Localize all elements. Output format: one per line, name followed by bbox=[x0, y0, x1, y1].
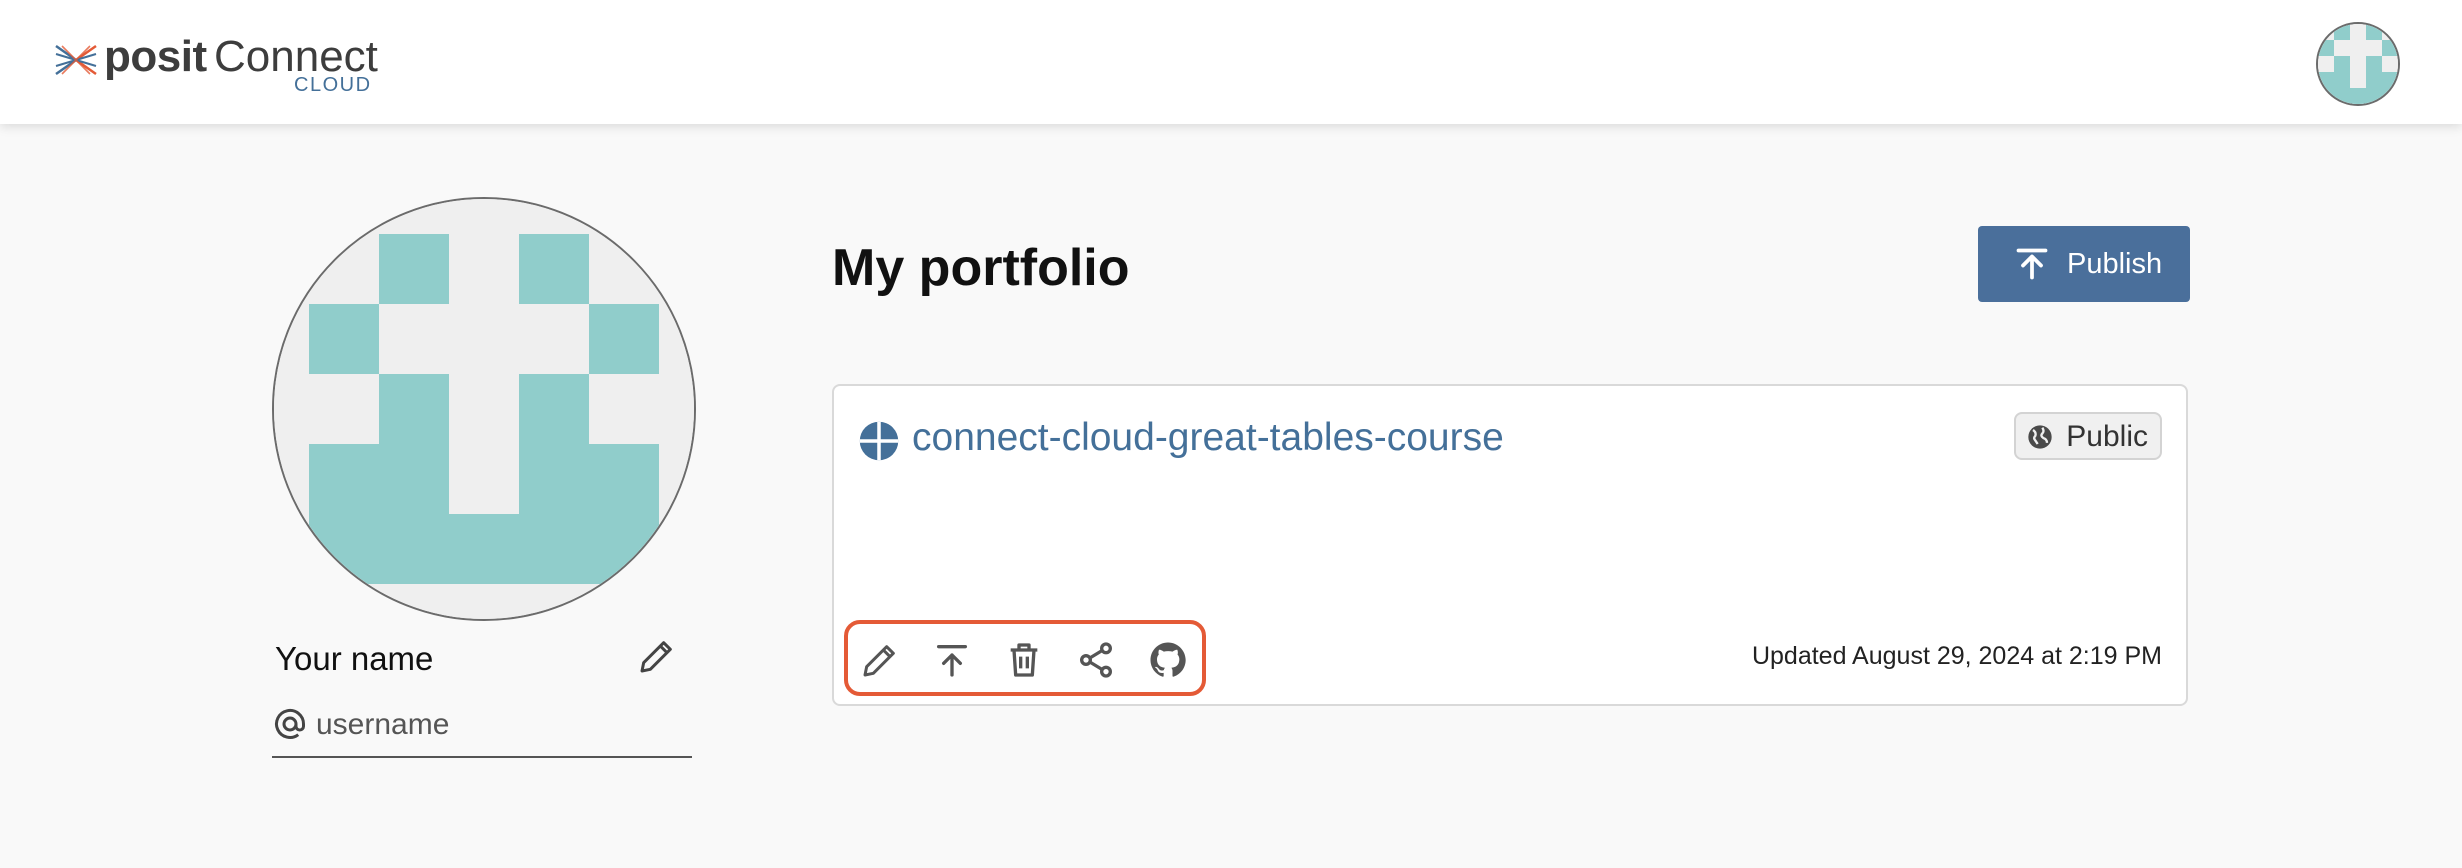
profile-name: Your name bbox=[275, 640, 434, 677]
edit-pencil-icon[interactable] bbox=[860, 640, 900, 680]
top-navbar: posit Connect CLOUD bbox=[0, 0, 2462, 124]
visibility-label: Public bbox=[2066, 420, 2148, 453]
action-toolbar-highlight bbox=[844, 620, 1206, 696]
content-card: connect-cloud-great-tables-course Public bbox=[832, 384, 2188, 706]
publish-button[interactable]: Publish bbox=[1978, 226, 2190, 302]
posit-logo-icon bbox=[55, 44, 97, 76]
github-icon[interactable] bbox=[1148, 640, 1188, 680]
content-type-icon bbox=[859, 421, 899, 461]
globe-icon bbox=[2028, 425, 2052, 449]
republish-upload-icon[interactable] bbox=[932, 640, 972, 680]
profile-avatar bbox=[272, 197, 696, 621]
updated-timestamp: Updated August 29, 2024 at 2:19 PM bbox=[1751, 642, 2162, 670]
logo-brand-text: posit bbox=[104, 32, 207, 81]
trash-icon[interactable] bbox=[1004, 640, 1044, 680]
user-avatar-button[interactable] bbox=[2316, 22, 2400, 106]
username-input[interactable] bbox=[314, 704, 688, 746]
posit-connect-cloud-logo[interactable]: posit Connect CLOUD bbox=[54, 32, 394, 102]
username-field bbox=[272, 700, 692, 758]
profile-name-row: Your name bbox=[275, 636, 675, 682]
visibility-badge: Public bbox=[2014, 412, 2162, 460]
share-icon[interactable] bbox=[1076, 640, 1116, 680]
content-title-link[interactable]: connect-cloud-great-tables-course bbox=[912, 416, 1504, 460]
pencil-icon[interactable] bbox=[637, 636, 677, 676]
upload-icon bbox=[2016, 248, 2048, 280]
page-title: My portfolio bbox=[832, 239, 1130, 297]
identicon-avatar-icon bbox=[274, 199, 694, 619]
identicon-avatar-icon bbox=[2318, 24, 2398, 104]
publish-label: Publish bbox=[2067, 248, 2163, 280]
at-icon bbox=[275, 708, 305, 739]
logo-sub-text: CLOUD bbox=[294, 74, 372, 96]
